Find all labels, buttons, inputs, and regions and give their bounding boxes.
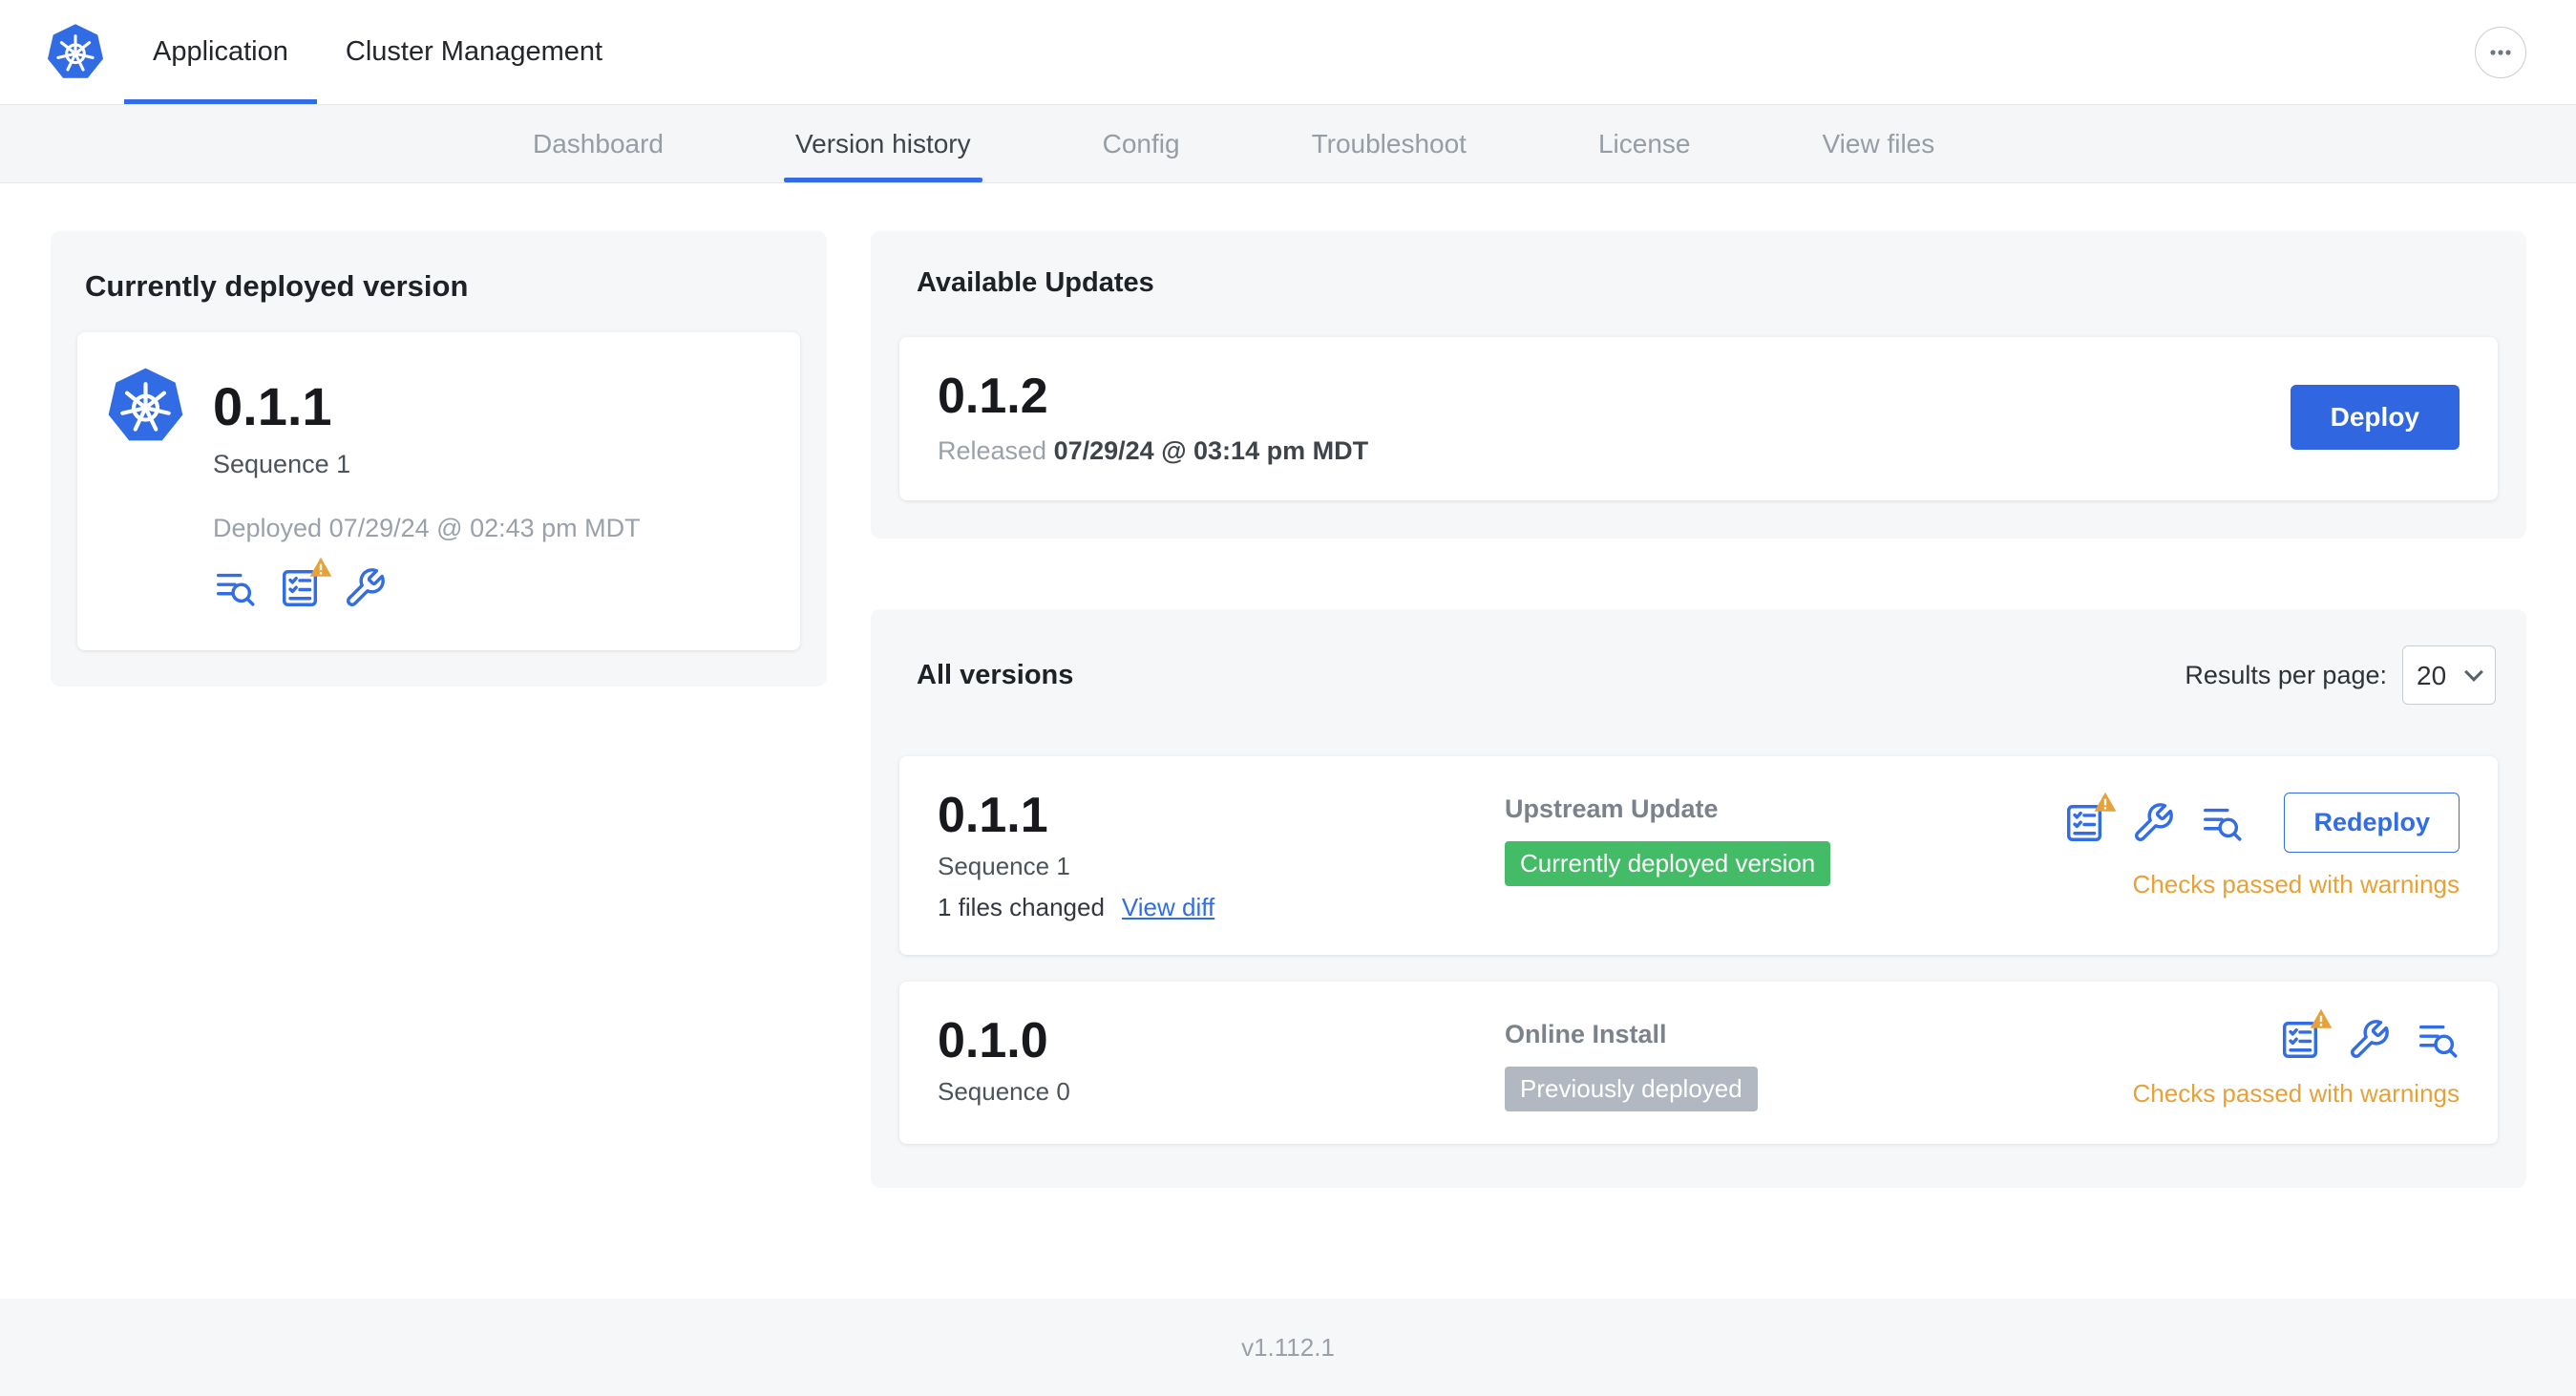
- view-diff-link[interactable]: View diff: [1122, 893, 1214, 922]
- version-number: 0.1.0: [938, 1013, 1048, 1068]
- all-versions-card: All versions Results per page: 20 0.1.1: [871, 609, 2526, 1188]
- redeploy-button[interactable]: Redeploy: [2284, 793, 2460, 853]
- current-version-deployed-date: Deployed 07/29/24 @ 02:43 pm MDT: [213, 514, 641, 542]
- subnav-item-troubleshoot[interactable]: Troubleshoot: [1308, 105, 1470, 182]
- update-released-date: Released 07/29/24 @ 03:14 pm MDT: [938, 436, 1368, 466]
- version-row: 0.1.1 Sequence 1 1 files changed View di…: [899, 756, 2498, 955]
- subnav-view-files-label: View files: [1822, 128, 1935, 159]
- available-updates-title: Available Updates: [917, 267, 1154, 298]
- tab-application-label: Application: [153, 36, 288, 67]
- warning-icon: [2310, 1008, 2333, 1028]
- preflight-checks-icon[interactable]: [278, 557, 332, 610]
- version-source: Online Install: [1505, 1020, 1667, 1048]
- deploy-button[interactable]: Deploy: [2290, 384, 2460, 450]
- subnav-config-label: Config: [1102, 128, 1180, 159]
- version-source: Upstream Update: [1505, 794, 1719, 823]
- results-per-page-select[interactable]: 20: [2402, 645, 2496, 705]
- version-sequence: Sequence 1: [938, 852, 1070, 880]
- currently-deployed-title: Currently deployed version: [85, 269, 469, 303]
- warning-icon: [309, 557, 332, 577]
- current-version-actions: [213, 557, 771, 610]
- subnav-troubleshoot-label: Troubleshoot: [1311, 128, 1467, 159]
- currently-deployed-card: Currently deployed version 0.1.1 Sequenc…: [51, 231, 827, 687]
- tab-cluster-management-label: Cluster Management: [345, 36, 603, 67]
- top-tabs: Application Cluster Management: [124, 0, 631, 104]
- ellipsis-icon: [2490, 49, 2511, 55]
- current-version-sequence: Sequence 1: [213, 450, 351, 478]
- app-subnav: Dashboard Version history Config Trouble…: [0, 105, 2576, 183]
- tab-application[interactable]: Application: [124, 0, 317, 104]
- available-update-row: 0.1.2 Released 07/29/24 @ 03:14 pm MDT D…: [899, 337, 2498, 500]
- main-content: Currently deployed version 0.1.1 Sequenc…: [0, 183, 2576, 1299]
- deploy-logs-icon[interactable]: [2416, 1018, 2460, 1062]
- version-number: 0.1.1: [938, 788, 1048, 843]
- subnav-item-config[interactable]: Config: [1099, 105, 1184, 182]
- more-options-button[interactable]: [2475, 26, 2526, 78]
- subnav-item-view-files[interactable]: View files: [1818, 105, 1938, 182]
- checks-status-text: Checks passed with warnings: [2132, 870, 2460, 899]
- page: Application Cluster Management Dashboard…: [0, 0, 2576, 1396]
- config-icon[interactable]: [343, 566, 387, 610]
- subnav-version-history-label: Version history: [794, 128, 971, 159]
- version-sequence: Sequence 0: [938, 1077, 1070, 1106]
- currently-deployed-version-card: 0.1.1 Sequence 1 Deployed 07/29/24 @ 02:…: [77, 332, 800, 650]
- config-icon[interactable]: [2347, 1018, 2391, 1062]
- status-badge: Currently deployed version: [1505, 841, 1831, 886]
- subnav-license-label: License: [1597, 128, 1691, 159]
- subnav-dashboard-label: Dashboard: [533, 128, 664, 159]
- subnav-item-version-history[interactable]: Version history: [783, 105, 982, 182]
- warning-icon: [2095, 792, 2117, 812]
- results-per-page-select-wrap: 20: [2402, 645, 2496, 705]
- preflight-checks-icon[interactable]: [2278, 1008, 2333, 1062]
- results-per-page-label: Results per page:: [2185, 660, 2387, 689]
- update-version-number: 0.1.2: [938, 369, 1048, 424]
- kubernetes-logo-icon: [47, 23, 104, 78]
- subnav-item-license[interactable]: License: [1594, 105, 1695, 182]
- checks-status-text: Checks passed with warnings: [2132, 1079, 2460, 1108]
- preflight-checks-icon[interactable]: [2062, 792, 2117, 845]
- topbar: Application Cluster Management: [0, 0, 2576, 105]
- config-icon[interactable]: [2131, 801, 2175, 845]
- version-row: 0.1.0 Sequence 0 Online Install Previous…: [899, 982, 2498, 1144]
- kubernetes-app-icon: [108, 368, 183, 441]
- status-badge: Previously deployed: [1505, 1067, 1758, 1111]
- released-label: Released: [938, 436, 1047, 465]
- released-date-value: 07/29/24 @ 03:14 pm MDT: [1053, 436, 1369, 465]
- admin-console-version: v1.112.1: [1241, 1332, 1335, 1362]
- deploy-logs-icon[interactable]: [213, 566, 257, 610]
- right-column: Available Updates 0.1.2 Released 07/29/2…: [871, 231, 2526, 1188]
- subnav-item-dashboard[interactable]: Dashboard: [529, 105, 667, 182]
- deploy-logs-icon[interactable]: [2200, 801, 2244, 845]
- all-versions-title: All versions: [917, 659, 1074, 690]
- current-version-number: 0.1.1: [213, 376, 332, 436]
- available-updates-card: Available Updates 0.1.2 Released 07/29/2…: [871, 231, 2526, 539]
- tab-cluster-management[interactable]: Cluster Management: [317, 0, 631, 104]
- results-per-page: Results per page: 20: [2185, 645, 2496, 705]
- footer: v1.112.1: [0, 1299, 2576, 1396]
- files-changed-label: 1 files changed: [938, 893, 1105, 921]
